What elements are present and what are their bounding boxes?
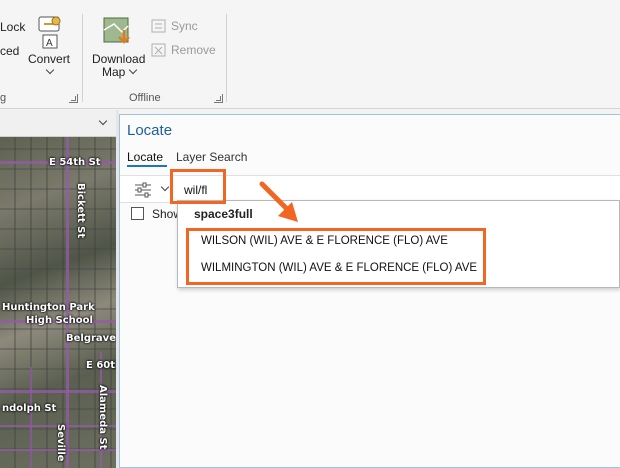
download-map-label-2: Map — [102, 65, 126, 79]
sync-label: Sync — [171, 19, 198, 33]
offline-launcher-icon[interactable] — [214, 94, 223, 103]
ribbon-separator — [82, 14, 83, 102]
show-checkbox[interactable] — [131, 207, 144, 220]
tab-locate[interactable]: Locate — [127, 150, 163, 164]
map-road — [30, 367, 32, 468]
download-map-button[interactable]: Download Map — [90, 14, 148, 84]
map-label: Bickett St — [75, 183, 86, 239]
svg-text:A: A — [46, 38, 53, 49]
map-label: E 60th — [86, 360, 116, 371]
map-label: ndolph St — [2, 403, 57, 414]
remove-icon — [151, 43, 166, 57]
active-tab-indicator — [127, 165, 167, 167]
suggestion-group-header: space3full — [194, 207, 253, 221]
ribbon-separator — [226, 14, 227, 102]
chevron-down-icon[interactable] — [160, 182, 170, 192]
search-input[interactable] — [180, 179, 620, 201]
map-label: High School — [26, 315, 93, 326]
locate-pane: Locate Locate Layer Search Show — [119, 114, 620, 468]
remove-label: Remove — [171, 43, 216, 57]
convert-icon: A — [38, 16, 61, 49]
partial-ribbon-button[interactable]: ced — [0, 44, 19, 58]
results-highlight-box — [186, 228, 486, 285]
download-map-label-1: Download — [92, 52, 146, 66]
download-map-icon — [103, 17, 130, 44]
ribbon: Lock ced A Convert Download Map Sync Rem… — [0, 0, 620, 109]
chevron-down-icon — [45, 65, 55, 75]
settings-sliders-icon[interactable] — [134, 182, 152, 198]
lock-button[interactable]: Lock — [0, 20, 25, 34]
map-view-header — [0, 110, 117, 137]
tab-layer-search[interactable]: Layer Search — [176, 150, 247, 164]
remove-button[interactable]: Remove — [151, 42, 221, 60]
map-label: Alameda St — [97, 385, 108, 450]
pane-title: Locate — [127, 122, 173, 139]
sync-icon — [151, 19, 166, 33]
map-label: Huntington Park — [2, 302, 95, 313]
search-highlight-box — [170, 169, 226, 204]
sync-button[interactable]: Sync — [151, 18, 211, 36]
group-launcher-icon[interactable] — [69, 94, 78, 103]
offline-group-label: Offline — [129, 92, 161, 104]
convert-label: Convert — [28, 52, 71, 66]
chevron-down-icon — [128, 65, 138, 75]
map-label: Seville — [55, 424, 66, 462]
map-label: Belgrave — [66, 333, 116, 344]
ribbon-group-label: g — [0, 92, 7, 104]
chevron-down-icon[interactable] — [98, 116, 108, 126]
map-label: E 54th St — [49, 157, 101, 168]
convert-button[interactable]: A Convert — [24, 14, 76, 84]
annotation-arrow-icon — [259, 181, 298, 222]
map-view[interactable]: E 54th St Bickett St Huntington Park Hig… — [0, 137, 116, 468]
